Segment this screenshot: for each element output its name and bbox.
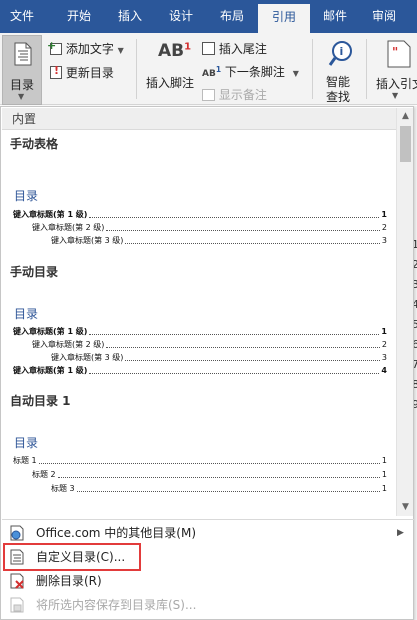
tab-mailings[interactable]: 邮件 [313,0,357,33]
show-notes-icon [202,89,215,101]
smart-lookup-label-line2: 查找 [326,90,351,104]
scrollbar-thumb[interactable] [400,126,411,162]
citation-icon: " [386,40,412,71]
save-to-gallery-icon [9,597,25,613]
ribbon-divider [136,39,137,99]
gallery-section-header: 内置 [2,108,396,130]
ribbon-divider [366,39,367,99]
gallery-item-title: 手动表格 [10,137,59,151]
toc-button-label: 目录 [10,78,35,92]
next-footnote-icon: AB1 [202,65,222,79]
globe-document-icon [9,525,25,541]
gallery-item-manual-toc[interactable]: 手动目录 目录 键入章标题(第 1 级) 1 键入章标题(第 2 级) 2 键入章标… [2,259,396,389]
tab-file[interactable]: 文件 [0,0,44,33]
tab-review[interactable]: 审阅 [362,0,406,33]
highlight-box [3,543,141,571]
gallery-item-title: 手动目录 [10,265,59,279]
insert-footnote-button[interactable]: AB1 插入脚注 [146,39,198,99]
next-footnote-button[interactable]: AB1 下一条脚注 ▼ [202,63,299,80]
more-online-toc-label: Office.com 中的其他目录(M) [36,526,197,540]
toc-preview-line: 标题 11 [13,456,387,465]
tab-layout[interactable]: 布局 [210,0,254,33]
ribbon-divider [312,39,313,99]
svg-text:": " [392,45,398,59]
tab-design[interactable]: 设计 [159,0,203,33]
smart-lookup-button[interactable]: i 智能 查找 [318,39,362,104]
toc-dropdown: 内置 手动表格 目录 键入章标题(第 1 级) 1 键入章标题(第 2 级) 2 键… [0,106,414,620]
toc-preview-title: 目录 [14,436,39,450]
toc-preview-line: 键入章标题(第 1 级) 1 [13,210,387,219]
chevron-down-icon: ▼ [292,69,299,78]
save-selection-label: 将所选内容保存到目录库(S)... [36,598,197,612]
more-online-toc-item[interactable]: Office.com 中的其他目录(M) ▶ [2,521,412,545]
toc-icon [13,42,33,69]
remove-toc-icon [9,573,25,589]
insert-endnote-button[interactable]: 插入尾注 [202,40,267,57]
add-text-button[interactable]: + 添加文字 ▼ [47,39,124,57]
footnote-icon: AB1 [158,41,192,61]
toc-preview-line: 标题 21 [32,470,387,479]
update-toc-label: 更新目录 [65,66,114,80]
show-notes-label: 显示备注 [218,88,267,102]
menu-separator [2,519,414,520]
submenu-arrow-icon: ▶ [397,528,404,538]
toc-preview-title: 目录 [14,307,39,321]
toc-preview-line: 键入章标题(第 2 级) 2 [32,223,387,232]
remove-toc-label: 删除目录(R) [36,574,102,588]
insert-endnote-label: 插入尾注 [218,42,267,56]
tab-insert[interactable]: 插入 [108,0,152,33]
insert-citation-label: 插入引文 [376,77,417,91]
gallery-item-auto-toc-1[interactable]: 自动目录 1 目录 标题 11 标题 21 标题 31 [2,389,396,507]
toc-preview-line: 键入章标题(第 3 级) 3 [51,236,387,245]
gallery-scrollbar[interactable]: ▲ ▼ [396,108,413,516]
toc-preview-line: 键入章标题(第 1 级) 4 [13,366,387,375]
toc-button[interactable]: 目录 ▼ [2,35,42,105]
chevron-down-icon: ▼ [392,91,399,100]
tab-home[interactable]: 开始 [57,0,101,33]
toc-preview-line: 标题 31 [51,484,387,493]
toc-preview-line: 键入章标题(第 2 级) 2 [32,340,387,349]
ribbon-references: 目录 ▼ + 添加文字 ▼ ! 更新目录 AB1 插入脚注 插入尾注 AB1 下… [0,33,417,105]
toc-preview-line: 键入章标题(第 1 级) 1 [13,327,387,336]
svg-text:i: i [340,45,344,58]
show-notes-button[interactable]: 显示备注 [202,86,267,103]
update-toc-button[interactable]: ! 更新目录 [50,64,114,81]
gallery-item-manual-table[interactable]: 手动表格 目录 键入章标题(第 1 级) 1 键入章标题(第 2 级) 2 键入章标… [2,131,396,259]
update-toc-icon: ! [50,64,62,79]
endnote-icon [202,42,215,55]
next-footnote-label: 下一条脚注 [224,65,285,79]
ribbon-tab-bar: 文件 开始 插入 设计 布局 引用 邮件 审阅 [0,0,417,33]
insert-footnote-label: 插入脚注 [146,76,195,90]
scroll-down-icon[interactable]: ▼ [397,499,414,516]
tab-references[interactable]: 引用 [258,4,310,33]
chevron-down-icon: ▼ [117,46,124,55]
toc-preview-line: 键入章标题(第 3 级) 3 [51,353,387,362]
chevron-down-icon: ▼ [18,92,25,101]
add-text-label: 添加文字 [65,42,114,56]
insert-citation-button[interactable]: " 插入引文 ▼ [372,39,417,101]
scroll-up-icon[interactable]: ▲ [397,108,414,125]
add-text-icon: + [47,39,62,55]
gallery-item-title: 自动目录 1 [10,394,71,408]
magnifier-icon: i [328,40,354,71]
save-selection-to-gallery-item[interactable]: 将所选内容保存到目录库(S)... [2,593,412,617]
remove-toc-item[interactable]: 删除目录(R) [2,569,412,593]
toc-preview-title: 目录 [14,189,39,203]
